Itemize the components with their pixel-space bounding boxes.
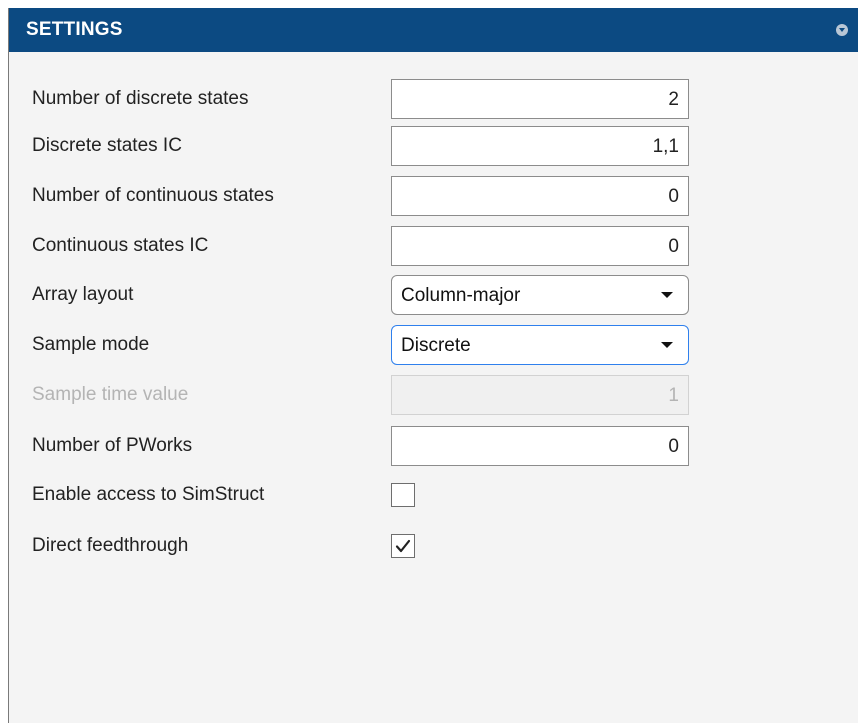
array-layout-value: Column-major [401, 285, 521, 306]
array-layout-label: Array layout [32, 284, 134, 305]
row-discrete-states: Number of discrete states 2 [9, 79, 709, 119]
simstruct-label: Enable access to SimStruct [32, 484, 265, 505]
feedthrough-checkbox[interactable] [391, 534, 415, 558]
row-discrete-ic: Discrete states IC 1,1 [9, 126, 709, 166]
settings-title: SETTINGS [26, 19, 123, 40]
sample-time-input: 1 [391, 375, 689, 415]
row-feedthrough: Direct feedthrough [9, 526, 709, 566]
checkmark-icon [395, 539, 411, 553]
row-sample-time: Sample time value 1 [9, 375, 709, 415]
discrete-states-input[interactable]: 2 [391, 79, 689, 119]
row-continuous-states: Number of continuous states 0 [9, 176, 709, 216]
simstruct-checkbox[interactable] [391, 483, 415, 507]
discrete-ic-input[interactable]: 1,1 [391, 126, 689, 166]
row-array-layout: Array layout Column-major [9, 275, 709, 315]
sample-mode-dropdown[interactable]: Discrete [391, 325, 689, 365]
continuous-states-label: Number of continuous states [32, 185, 274, 206]
feedthrough-label: Direct feedthrough [32, 535, 189, 556]
continuous-states-input[interactable]: 0 [391, 176, 689, 216]
settings-header[interactable]: SETTINGS [9, 8, 858, 52]
row-simstruct: Enable access to SimStruct [9, 475, 709, 515]
dropdown-arrow-icon [661, 342, 673, 348]
sample-time-label: Sample time value [32, 384, 189, 405]
discrete-states-label: Number of discrete states [32, 88, 249, 109]
sample-mode-label: Sample mode [32, 334, 150, 355]
array-layout-dropdown[interactable]: Column-major [391, 275, 689, 315]
row-pworks: Number of PWorks 0 [9, 426, 709, 466]
discrete-ic-label: Discrete states IC [32, 135, 182, 156]
settings-panel: SETTINGS Number of discrete states 2 Dis… [8, 8, 858, 723]
dropdown-arrow-icon [661, 292, 673, 298]
continuous-ic-input[interactable]: 0 [391, 226, 689, 266]
pworks-input[interactable]: 0 [391, 426, 689, 466]
collapse-chevron-icon[interactable] [836, 24, 848, 36]
sample-mode-value: Discrete [401, 335, 471, 356]
pworks-label: Number of PWorks [32, 435, 193, 456]
continuous-ic-label: Continuous states IC [32, 235, 209, 256]
row-continuous-ic: Continuous states IC 0 [9, 226, 709, 266]
row-sample-mode: Sample mode Discrete [9, 325, 709, 365]
